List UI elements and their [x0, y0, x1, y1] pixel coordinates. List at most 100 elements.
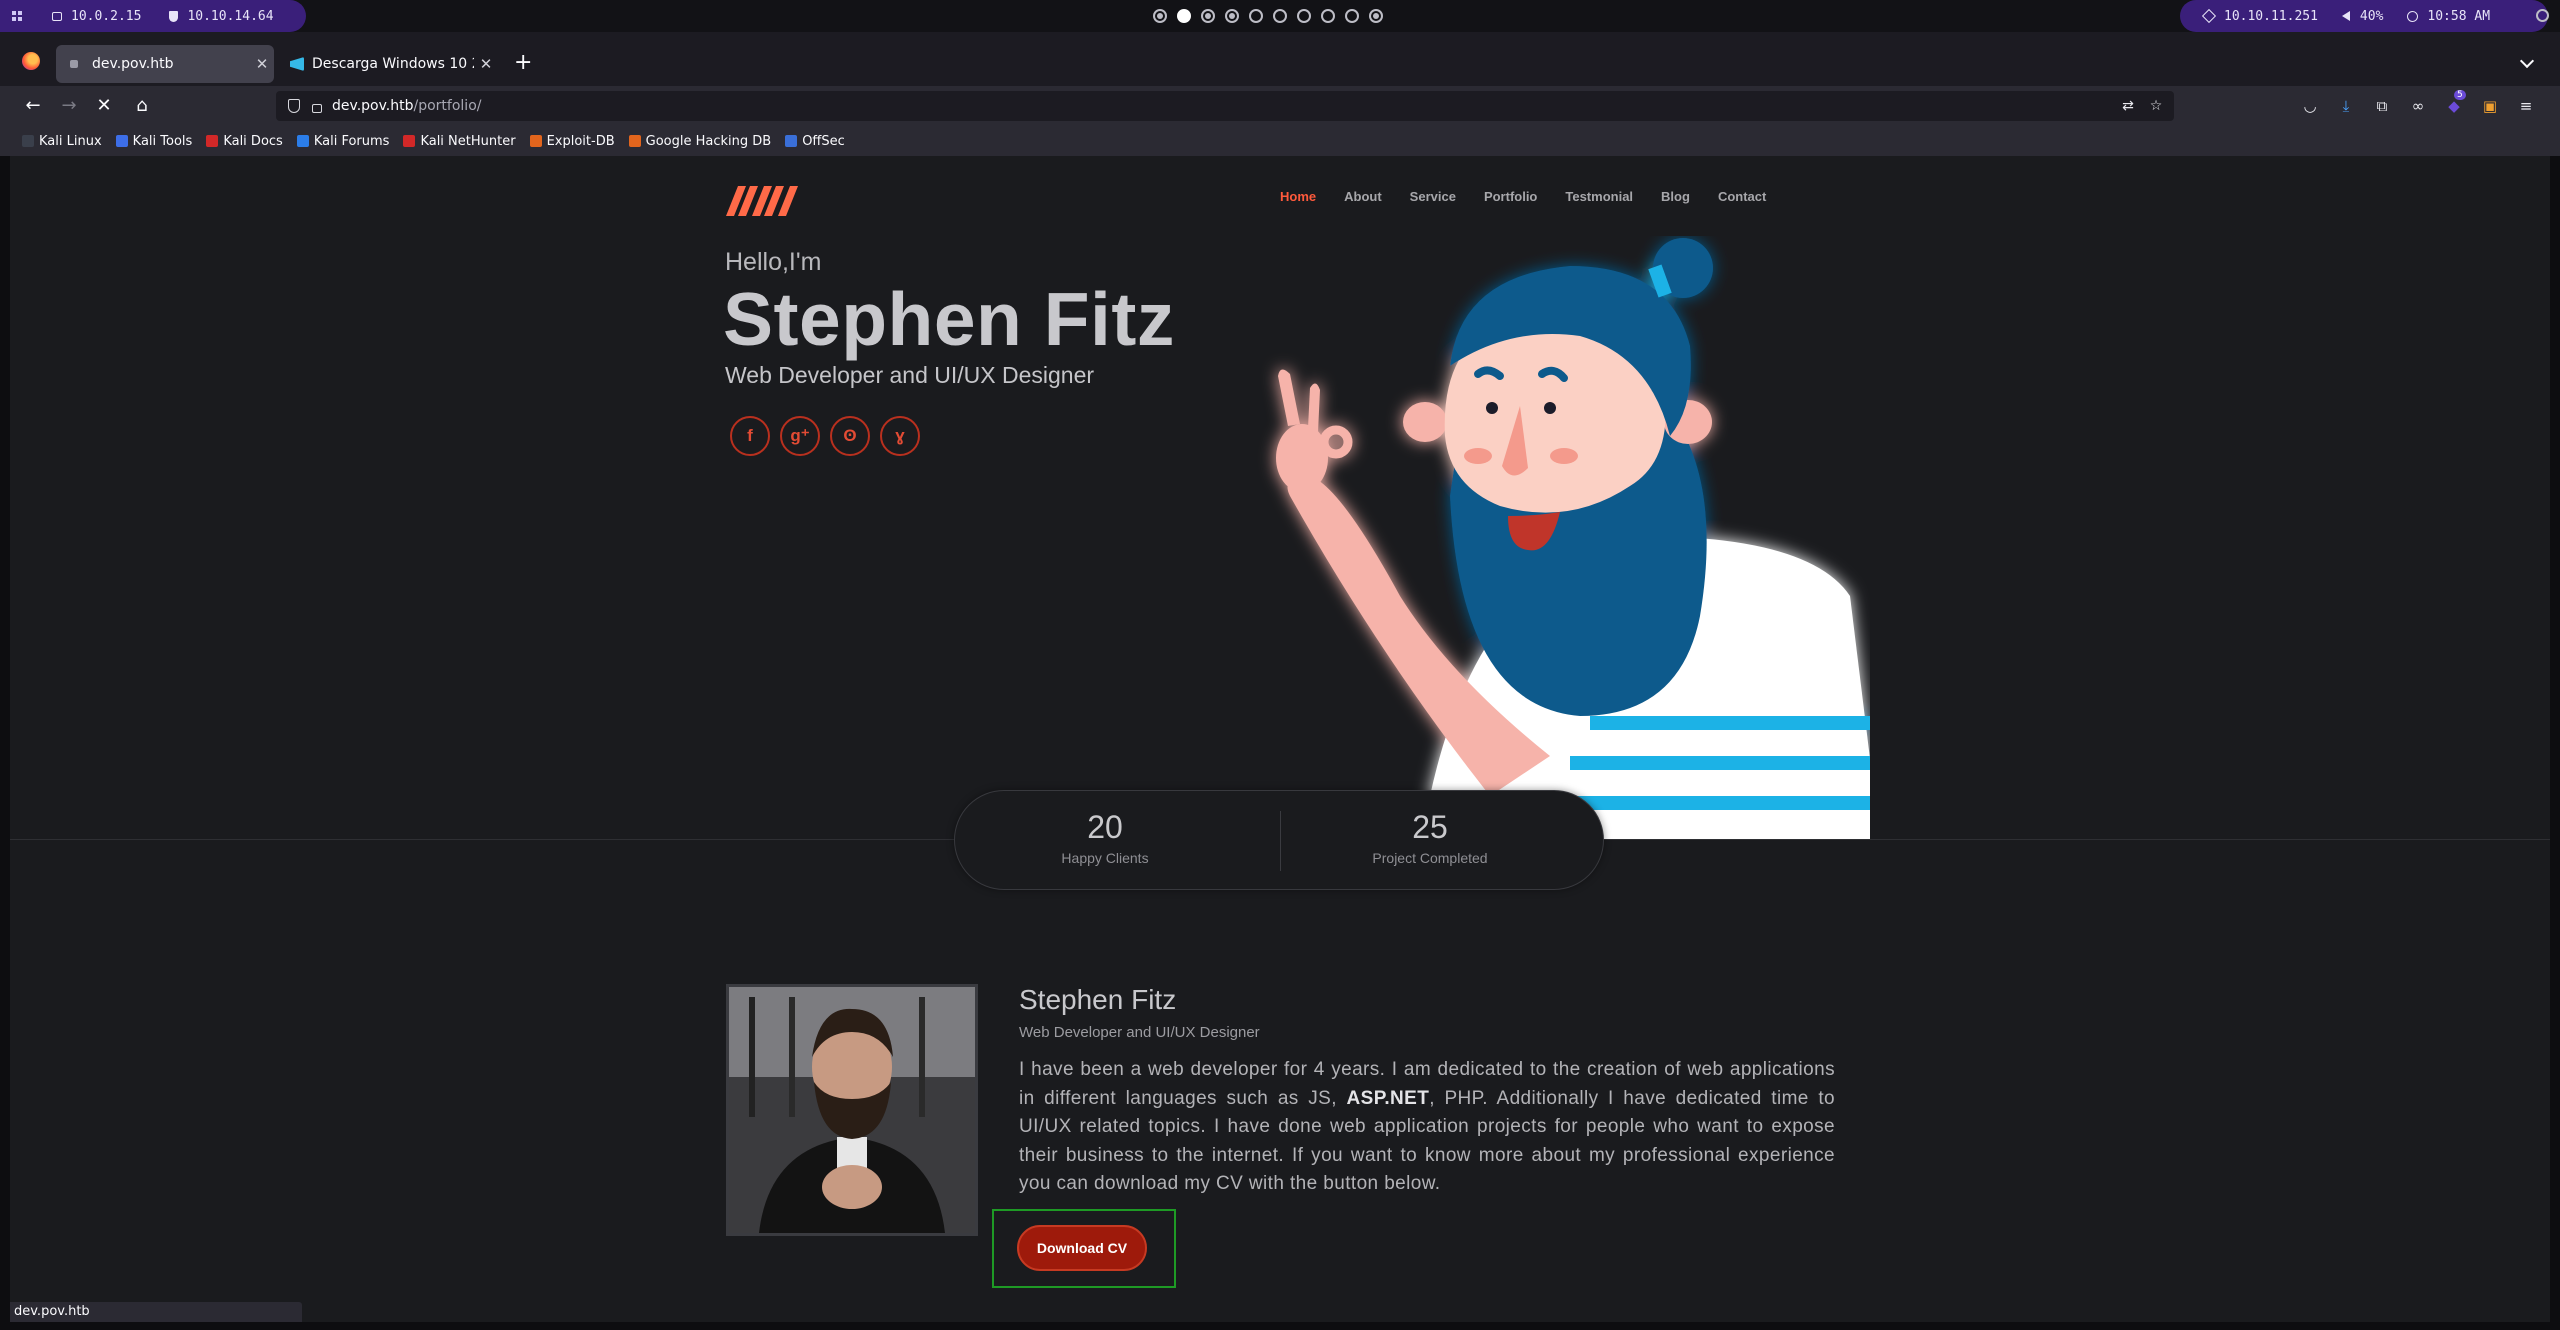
list-all-tabs-chevron-icon[interactable]: [2519, 53, 2535, 69]
cookie-extension-icon[interactable]: ▣: [2480, 96, 2500, 116]
stats-panel: 20 Happy Clients 25 Project Completed: [954, 790, 1604, 890]
local-ip-text: 10.0.2.15: [71, 8, 142, 24]
workspace-9[interactable]: [1345, 9, 1359, 23]
volume-indicator[interactable]: 40%: [2341, 8, 2384, 24]
nav-link-about[interactable]: About: [1344, 189, 1382, 204]
stat-value: 25: [1412, 809, 1448, 845]
back-arrow-icon[interactable]: ←: [21, 94, 45, 118]
workspace-10[interactable]: [1369, 9, 1383, 23]
bookmark-label: Kali Linux: [39, 133, 102, 149]
url-path: /portfolio/: [413, 98, 482, 114]
workspace-switcher: [1153, 9, 1383, 23]
twitter-icon[interactable]: ɣ: [880, 416, 920, 456]
volume-text: 40%: [2359, 8, 2384, 24]
downloads-icon[interactable]: ⤓: [2336, 96, 2356, 116]
bookmark-label: Kali Forums: [313, 133, 390, 149]
bookmark-kali-forums[interactable]: Kali Forums: [296, 133, 390, 149]
tracking-protection-shield-icon[interactable]: [288, 99, 300, 113]
forward-arrow-icon[interactable]: →: [57, 94, 81, 118]
nav-link-testmonial[interactable]: Testmonial: [1565, 189, 1633, 204]
hero-role: Web Developer and UI/UX Designer: [725, 362, 1095, 388]
bookmark-label: Kali Tools: [132, 133, 193, 149]
google-plus-icon[interactable]: g⁺: [780, 416, 820, 456]
bookmark-kali-docs[interactable]: Kali Docs: [206, 134, 283, 149]
url-bar[interactable]: dev.pov.htb/portfolio/ ⇄ ☆: [276, 91, 2174, 121]
clock[interactable]: 10:58 AM: [2407, 9, 2490, 24]
github-icon[interactable]: ʘ: [830, 416, 870, 456]
bookmark-star-icon[interactable]: ☆: [2148, 98, 2164, 114]
home-icon[interactable]: ⌂: [130, 94, 154, 118]
target-ip-indicator[interactable]: 10.10.11.251: [2201, 9, 2318, 24]
site-navigation: Home About Service Portfolio Testmonial Blog C…: [1280, 189, 1766, 204]
clock-text: 10:58 AM: [2427, 8, 2491, 24]
hamburger-menu-icon[interactable]: ≡: [2516, 96, 2536, 116]
tab-title: dev.pov.htb: [92, 56, 174, 72]
stop-loading-icon[interactable]: ✕: [92, 94, 116, 118]
hero-name: Stephen Fitz: [723, 277, 1175, 361]
nav-link-home[interactable]: Home: [1280, 189, 1316, 204]
url-host: dev.pov.htb: [332, 98, 414, 114]
local-ip-indicator[interactable]: 10.0.2.15: [52, 9, 141, 24]
bookmark-favicon-icon: [529, 135, 542, 147]
stat-label: Project Completed: [1372, 850, 1488, 866]
extensions-icon[interactable]: ⧉: [2372, 96, 2392, 116]
bookmark-exploit-db[interactable]: Exploit-DB: [529, 134, 615, 149]
stat-label: Happy Clients: [1061, 850, 1149, 866]
new-tab-plus-icon[interactable]: +: [514, 52, 532, 74]
close-tab-icon[interactable]: ✕: [250, 55, 274, 73]
bookmark-offsec[interactable]: OffSec: [785, 134, 845, 149]
profile-photo: [726, 984, 978, 1236]
close-tab-icon[interactable]: ✕: [474, 55, 498, 73]
nav-link-portfolio[interactable]: Portfolio: [1484, 189, 1537, 204]
foxyproxy-icon[interactable]: ∞: [2408, 96, 2428, 116]
bookmark-favicon-icon: [785, 135, 798, 147]
translate-icon[interactable]: ⇄: [2120, 98, 2136, 114]
hero-greeting: Hello,I'm: [725, 248, 822, 276]
pocket-icon[interactable]: ◡: [2300, 96, 2320, 116]
tab-dev-pov-htb[interactable]: dev.pov.htb ✕: [56, 45, 274, 83]
bookmarks-toolbar: Kali Linux Kali Tools Kali Docs Kali Forums…: [0, 126, 2560, 156]
workspace-7[interactable]: [1297, 9, 1311, 23]
about-role: Web Developer and UI/UX Designer: [1019, 1024, 1260, 1041]
volume-icon: [2341, 11, 2350, 21]
nav-link-contact[interactable]: Contact: [1718, 189, 1766, 204]
workspace-8[interactable]: [1321, 9, 1335, 23]
site-logo[interactable]: [726, 180, 800, 220]
workspace-3[interactable]: [1201, 9, 1215, 23]
about-name: Stephen Fitz: [1019, 984, 1177, 1015]
nav-link-blog[interactable]: Blog: [1661, 189, 1690, 204]
bookmark-kali-tools[interactable]: Kali Tools: [115, 133, 193, 149]
about-paragraph: I have been a web developer for 4 years.…: [1019, 1056, 1835, 1199]
bookmark-kali-linux[interactable]: Kali Linux: [22, 134, 102, 149]
stat-happy-clients: 20 Happy Clients: [955, 809, 1255, 866]
about-text-bold: ASP.NET: [1346, 1087, 1430, 1109]
workspace-5[interactable]: [1249, 9, 1263, 23]
bookmark-kali-nethunter[interactable]: Kali NetHunter: [403, 134, 516, 149]
vpn-shield-icon: [169, 10, 179, 22]
bookmark-favicon-icon: [206, 135, 219, 147]
network-icon: [52, 11, 62, 21]
facebook-icon[interactable]: f: [730, 416, 770, 456]
tab-title: Descarga Windows 10 22H2: [312, 56, 474, 72]
nav-link-service[interactable]: Service: [1410, 189, 1456, 204]
vpn-ip-indicator[interactable]: 10.10.14.64: [169, 8, 274, 24]
browser-status-bar: dev.pov.htb: [10, 1302, 302, 1322]
bookmark-favicon-icon: [403, 135, 416, 147]
site-info-lock-icon[interactable]: [312, 103, 322, 113]
tab-descarga-windows[interactable]: Descarga Windows 10 22H2 ✕: [276, 45, 498, 83]
workspace-6[interactable]: [1273, 9, 1287, 23]
extension-badge-count: 5: [2454, 90, 2466, 100]
page-favicon-icon: [70, 60, 78, 68]
workspace-4[interactable]: [1225, 9, 1239, 23]
bookmark-favicon-icon: [115, 135, 128, 147]
bookmark-google-hacking-db[interactable]: Google Hacking DB: [628, 134, 771, 149]
hero-illustration: [1276, 238, 1870, 840]
firefox-icon[interactable]: [22, 52, 40, 70]
vpn-ip-text: 10.10.14.64: [187, 8, 274, 24]
app-menu-icon[interactable]: [12, 11, 22, 21]
workspace-2[interactable]: [1177, 9, 1191, 23]
bookmark-label: Kali Docs: [223, 133, 283, 149]
power-icon[interactable]: [2536, 9, 2549, 22]
download-cv-button[interactable]: Download CV: [1017, 1225, 1147, 1271]
workspace-1[interactable]: [1153, 9, 1167, 23]
